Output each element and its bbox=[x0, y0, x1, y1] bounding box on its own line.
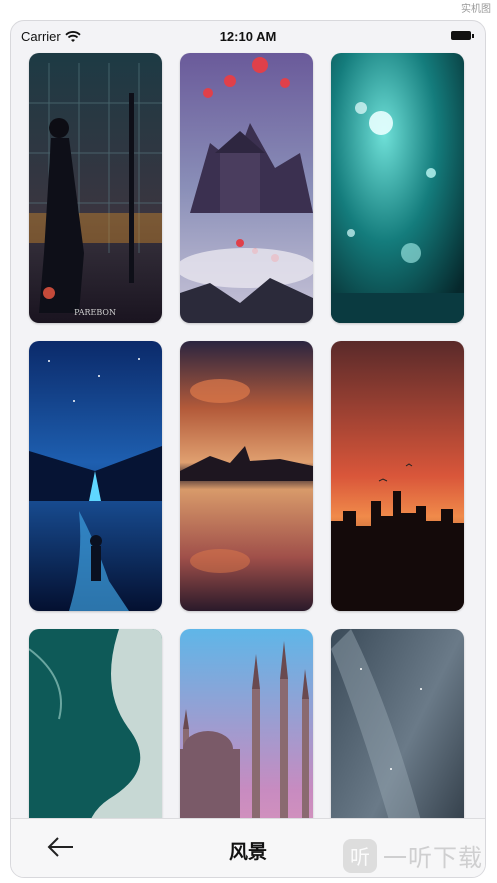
wallpaper-lantern-castle bbox=[180, 53, 313, 323]
watermark: 听 一听下载 bbox=[343, 838, 483, 873]
wallpaper-teal-clouds bbox=[331, 53, 464, 323]
wallpaper-starry-river bbox=[29, 341, 162, 611]
corner-mark: 实机图 bbox=[461, 4, 491, 15]
wallpaper-tile[interactable] bbox=[331, 341, 464, 611]
wallpaper-night-window: PAREBON bbox=[29, 53, 162, 323]
wallpaper-grid: PAREBON bbox=[29, 53, 464, 877]
phone-screen: Carrier 12:10 AM PAREBON 风景 bbox=[10, 20, 486, 878]
wallpaper-sunset-lake bbox=[180, 341, 313, 611]
wallpaper-tile[interactable] bbox=[180, 341, 313, 611]
wallpaper-orange-skyline bbox=[331, 341, 464, 611]
watermark-logo: 听 bbox=[343, 838, 377, 873]
wallpaper-tile[interactable] bbox=[180, 53, 313, 323]
wallpaper-tile[interactable] bbox=[29, 341, 162, 611]
status-bar: Carrier 12:10 AM bbox=[11, 21, 485, 51]
status-time: 12:10 AM bbox=[219, 29, 277, 44]
wallpaper-tile[interactable]: PAREBON bbox=[29, 53, 162, 323]
wallpaper-caption: PAREBON bbox=[74, 308, 116, 317]
battery-icon bbox=[451, 31, 474, 40]
wallpaper-tile[interactable] bbox=[331, 53, 464, 323]
watermark-text: 一听下载 bbox=[383, 844, 483, 872]
